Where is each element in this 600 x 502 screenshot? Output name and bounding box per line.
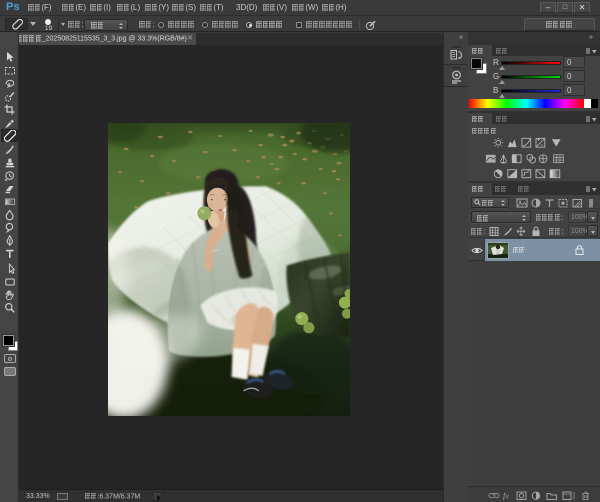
svg-text:fx: fx: [503, 492, 509, 501]
